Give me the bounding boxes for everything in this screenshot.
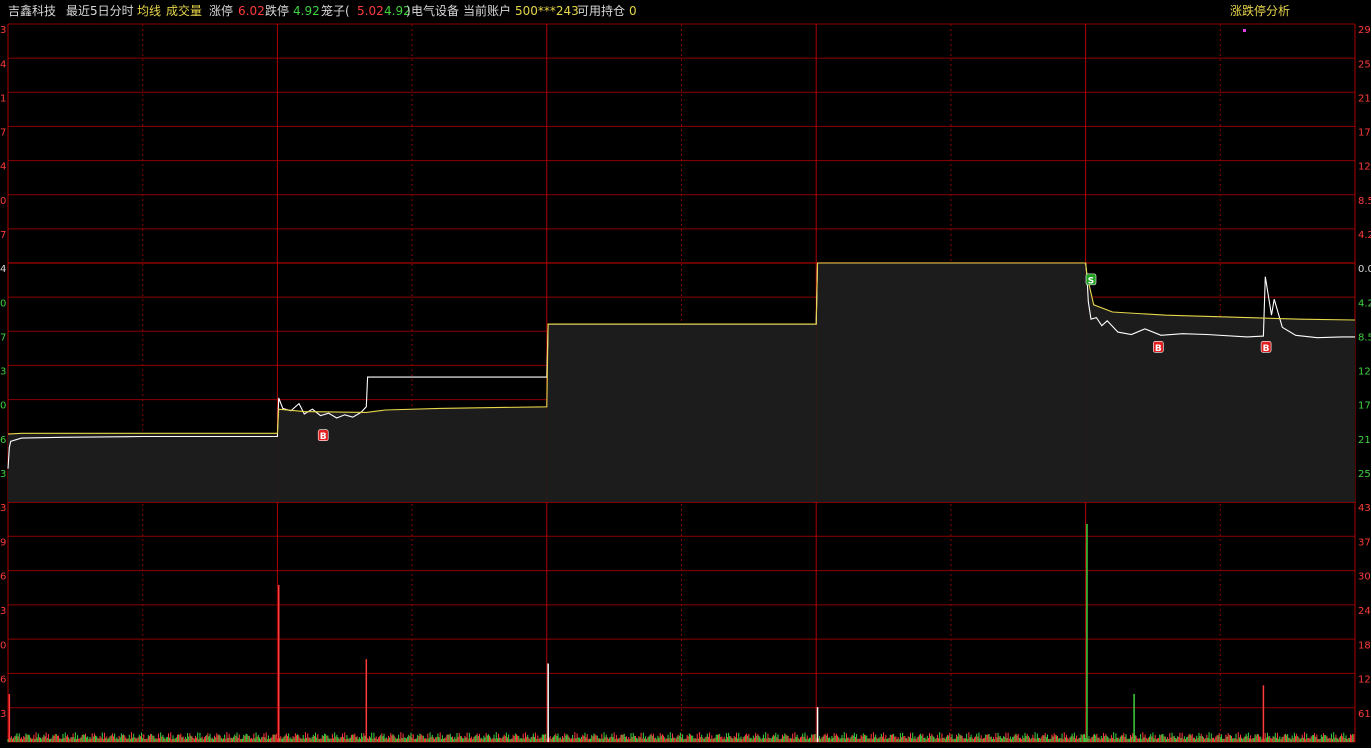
period-label[interactable]: 最近5日分时 bbox=[66, 4, 134, 18]
position-value: 0 bbox=[629, 4, 637, 18]
account-label: 当前账户 bbox=[463, 4, 512, 18]
volume-tick-label: 30 bbox=[1358, 572, 1371, 583]
sector-label[interactable]: 电气设备 bbox=[411, 4, 459, 18]
cage-close: ) bbox=[406, 4, 411, 18]
price-tick-label: 12 bbox=[1358, 367, 1371, 378]
volume-tick-label-left: 9 bbox=[0, 537, 6, 548]
limit-analysis-button[interactable]: 涨跌停分析 bbox=[1230, 4, 1290, 18]
limit-down-value: 4.92 bbox=[293, 4, 320, 18]
volume-tick-label-left: 6 bbox=[0, 572, 6, 583]
day-area-fill bbox=[546, 324, 817, 502]
price-tick-label-left: 6 bbox=[0, 435, 6, 446]
day-area-fill bbox=[277, 406, 547, 502]
price-tick-label-left: 4 bbox=[0, 59, 6, 70]
volume-tick-label-left: 3 bbox=[0, 709, 6, 720]
volume-tick-label-left: 3 bbox=[0, 503, 6, 514]
price-tick-label: 12 bbox=[1358, 162, 1371, 173]
buy-marker-label: B bbox=[320, 432, 327, 442]
price-tick-label-left: 4 bbox=[0, 264, 6, 275]
price-tick-label: 8.5 bbox=[1358, 332, 1371, 343]
avg-line-label[interactable]: 均线 bbox=[137, 4, 161, 18]
price-tick-label: 4.2 bbox=[1358, 298, 1371, 309]
day-area-fill bbox=[816, 263, 1086, 502]
price-tick-label-left: 4 bbox=[0, 162, 6, 173]
chart-header: 吉鑫科技 最近5日分时 均线 成交量 涨停 6.02 跌停 4.92 笼子( 5… bbox=[0, 0, 1371, 22]
day-area-fill bbox=[8, 433, 278, 502]
price-tick-label: 21 bbox=[1358, 435, 1371, 446]
buy-marker-label: B bbox=[1263, 344, 1270, 354]
price-tick-label-left: 7 bbox=[0, 230, 6, 241]
intraday-chart[interactable]: BB BS 29252117128.54.20.04.28.51217212534… bbox=[0, 0, 1371, 748]
price-tick-label: 17 bbox=[1358, 401, 1371, 412]
buy-marker-label: B bbox=[1155, 344, 1162, 354]
stock-name[interactable]: 吉鑫科技 bbox=[8, 4, 56, 18]
price-tick-label-left: 0 bbox=[0, 401, 6, 412]
volume-tick-label: 61 bbox=[1358, 709, 1371, 720]
price-tick-label: 25 bbox=[1358, 59, 1371, 70]
volume-tick-label: 37 bbox=[1358, 537, 1371, 548]
volume-tick-label-left: 0 bbox=[0, 640, 6, 651]
price-tick-label-left: 3 bbox=[0, 25, 6, 36]
volume-tick-label-left: 3 bbox=[0, 606, 6, 617]
volume-label[interactable]: 成交量 bbox=[166, 4, 202, 18]
price-tick-label: 0.0 bbox=[1358, 264, 1371, 275]
price-tick-label-left: 7 bbox=[0, 128, 6, 139]
volume-tick-label: 12 bbox=[1358, 675, 1371, 686]
price-tick-label: 4.2 bbox=[1358, 230, 1371, 241]
limit-up-value: 6.02 bbox=[238, 4, 265, 18]
volume-tick-label: 24 bbox=[1358, 606, 1371, 617]
account-value: 500***243 bbox=[515, 4, 579, 18]
price-tick-label-left: 0 bbox=[0, 196, 6, 207]
volume-tick-label-left: 6 bbox=[0, 675, 6, 686]
cage-low: 5.02 bbox=[357, 4, 384, 18]
price-tick-label-left: 7 bbox=[0, 332, 6, 343]
price-tick-label-left: 0 bbox=[0, 298, 6, 309]
volume-tick-label: 18 bbox=[1358, 640, 1371, 651]
small-marker-dot bbox=[1243, 29, 1246, 32]
price-tick-label-left: 3 bbox=[0, 469, 6, 480]
position-label: 可用持仓 bbox=[577, 4, 626, 18]
price-tick-label: 29 bbox=[1358, 25, 1371, 36]
price-tick-label-left: 3 bbox=[0, 367, 6, 378]
price-tick-label: 21 bbox=[1358, 93, 1371, 104]
limit-up-label: 涨停 bbox=[209, 4, 234, 18]
cage-label: 笼子( bbox=[321, 4, 350, 18]
price-tick-label-left: 1 bbox=[0, 93, 6, 104]
sell-marker-label: S bbox=[1088, 276, 1094, 286]
price-tick-label: 8.5 bbox=[1358, 196, 1371, 207]
limit-down-label: 跌停 bbox=[265, 4, 290, 18]
price-tick-label: 17 bbox=[1358, 128, 1371, 139]
price-tick-label: 25 bbox=[1358, 469, 1371, 480]
volume-tick-label: 43 bbox=[1358, 503, 1371, 514]
